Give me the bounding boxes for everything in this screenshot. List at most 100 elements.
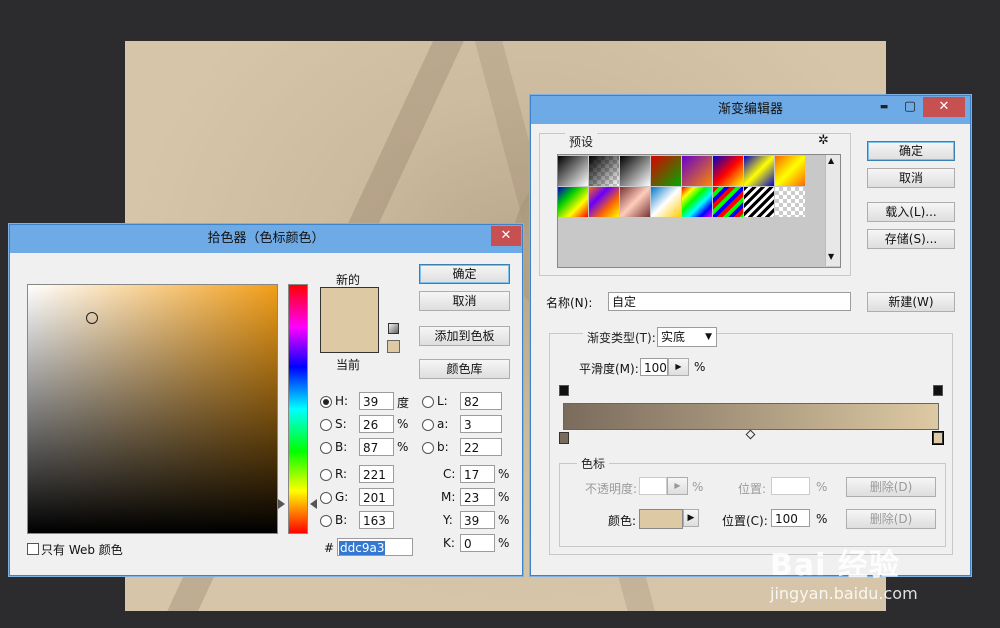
maximize-button[interactable]: ▢: [897, 97, 923, 117]
opacity-stop-left[interactable]: [559, 385, 569, 396]
add-to-swatches-button[interactable]: 添加到色板: [419, 326, 510, 346]
h-unit: 度: [397, 396, 410, 410]
hex-input[interactable]: ddc9a3: [337, 538, 413, 556]
gear-icon[interactable]: ✲: [818, 133, 829, 148]
preset-swatch[interactable]: [682, 187, 712, 217]
opacity-location-input[interactable]: [771, 477, 810, 495]
hue-slider-arrow-left[interactable]: [278, 499, 285, 509]
opacity-delete-button[interactable]: 删除(D): [846, 477, 936, 497]
s-radio[interactable]: [320, 419, 332, 431]
l-radio[interactable]: [422, 396, 434, 408]
hue-slider-arrow-right[interactable]: [310, 499, 317, 509]
preset-swatch[interactable]: [620, 187, 650, 217]
g-input[interactable]: 201: [359, 488, 394, 506]
preset-swatch[interactable]: [775, 187, 805, 217]
ok-button[interactable]: 确定: [419, 264, 510, 284]
color-stop-right[interactable]: [933, 432, 943, 444]
color-location-input[interactable]: 100: [771, 509, 810, 527]
c-input[interactable]: 17: [460, 465, 495, 483]
y-unit: %: [498, 513, 510, 527]
m-unit: %: [498, 490, 510, 504]
smoothness-input[interactable]: 100: [640, 358, 668, 376]
l-input[interactable]: 82: [460, 392, 502, 410]
a-input[interactable]: 3: [460, 415, 502, 433]
close-button[interactable]: ✕: [923, 97, 965, 117]
color-libraries-button[interactable]: 颜色库: [419, 359, 510, 379]
presets-scrollbar[interactable]: [825, 155, 840, 266]
watermark-brand: Bai 经验: [770, 548, 900, 583]
name-label: 名称(N):: [546, 296, 593, 310]
opacity-stepper[interactable]: ▶: [667, 477, 688, 495]
scroll-up-arrow-icon[interactable]: ▲: [828, 156, 834, 165]
close-button[interactable]: ✕: [491, 226, 521, 246]
color-picker-titlebar[interactable]: 拾色器（色标颜色）: [10, 225, 522, 253]
preset-swatch[interactable]: [744, 156, 774, 186]
r-label: R:: [335, 467, 348, 481]
hue-slider[interactable]: [288, 284, 308, 534]
save-button[interactable]: 存储(S)...: [867, 229, 955, 249]
preset-swatch[interactable]: [558, 156, 588, 186]
color-menu-button[interactable]: ▶: [683, 509, 699, 527]
watermark-url: jingyan.baidu.com: [770, 584, 918, 603]
minimize-button[interactable]: ▬: [871, 97, 897, 117]
r-radio[interactable]: [320, 469, 332, 481]
b-input[interactable]: 22: [460, 438, 502, 456]
blue-label: B:: [335, 513, 348, 527]
name-input[interactable]: 自定: [608, 292, 851, 311]
brightness-input[interactable]: 87: [359, 438, 394, 456]
cancel-button[interactable]: 取消: [419, 291, 510, 311]
s-input[interactable]: 26: [359, 415, 394, 433]
opacity-location-unit: %: [816, 480, 828, 494]
cancel-button[interactable]: 取消: [867, 168, 955, 188]
blue-radio[interactable]: [320, 515, 332, 527]
preset-swatch[interactable]: [558, 187, 588, 217]
smoothness-label: 平滑度(M):: [579, 362, 639, 376]
preset-swatch[interactable]: [651, 187, 681, 217]
preset-swatch[interactable]: [651, 156, 681, 186]
c-label: C:: [443, 467, 456, 481]
gradient-type-select[interactable]: 实底 ▼: [657, 327, 717, 347]
preset-swatch[interactable]: [620, 156, 650, 186]
scroll-down-arrow-icon[interactable]: ▼: [828, 252, 834, 261]
cube-icon[interactable]: [388, 323, 399, 334]
preset-swatch[interactable]: [744, 187, 774, 217]
preset-swatch[interactable]: [775, 156, 805, 186]
load-button[interactable]: 载入(L)...: [867, 202, 955, 222]
color-field-cursor[interactable]: [86, 312, 98, 324]
color-location-unit: %: [816, 512, 828, 526]
color-picker-dialog: 拾色器（色标颜色） ✕ 新的 当前 确定 取消 添加到色板 颜色库 H: 39 …: [9, 224, 523, 576]
preset-swatch[interactable]: [713, 187, 743, 217]
color-stop-left[interactable]: [559, 432, 569, 444]
color-delete-button[interactable]: 删除(D): [846, 509, 936, 529]
web-only-label: 只有 Web 颜色: [41, 543, 123, 557]
h-radio[interactable]: [320, 396, 332, 408]
smoothness-stepper[interactable]: ▶: [668, 358, 689, 376]
web-safe-swatch[interactable]: [387, 340, 400, 353]
b-radio[interactable]: [422, 442, 434, 454]
k-input[interactable]: 0: [460, 534, 495, 552]
brightness-radio[interactable]: [320, 442, 332, 454]
y-input[interactable]: 39: [460, 511, 495, 529]
h-input[interactable]: 39: [359, 392, 394, 410]
new-button[interactable]: 新建(W): [867, 292, 955, 312]
web-only-checkbox[interactable]: [27, 543, 39, 555]
preset-swatch[interactable]: [713, 156, 743, 186]
r-input[interactable]: 221: [359, 465, 394, 483]
preset-swatch[interactable]: [589, 156, 619, 186]
m-input[interactable]: 23: [460, 488, 495, 506]
brightness-unit: %: [397, 440, 409, 454]
opacity-input[interactable]: [639, 477, 667, 495]
a-radio[interactable]: [422, 419, 434, 431]
l-label: L:: [437, 394, 448, 408]
preset-swatch[interactable]: [682, 156, 712, 186]
stop-color-swatch[interactable]: [639, 509, 683, 529]
g-radio[interactable]: [320, 492, 332, 504]
blue-input[interactable]: 163: [359, 511, 394, 529]
preset-swatch[interactable]: [589, 187, 619, 217]
stops-group: [559, 463, 946, 547]
color-field[interactable]: [27, 284, 278, 534]
y-label: Y:: [443, 513, 453, 527]
ok-button[interactable]: 确定: [867, 141, 955, 161]
opacity-stop-right[interactable]: [933, 385, 943, 396]
gradient-preview-bar[interactable]: [563, 403, 939, 430]
